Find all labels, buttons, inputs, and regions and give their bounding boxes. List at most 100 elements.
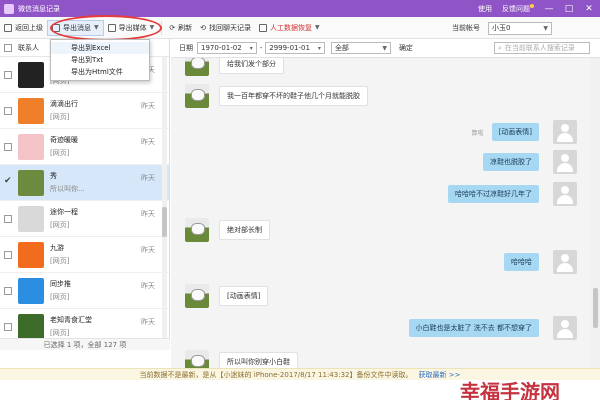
contact-preview: [网页] xyxy=(50,257,70,265)
calendar-icon: ▾ xyxy=(317,44,321,52)
message-bubble[interactable]: [动画表情] xyxy=(219,286,269,306)
divider xyxy=(161,20,163,35)
chat-message: 给我们发个部分 xyxy=(185,58,284,76)
contact-preview: 所以叫你... xyxy=(50,185,85,193)
scroll-thumb[interactable] xyxy=(593,288,598,328)
window-title: 微信消息记录 xyxy=(18,4,60,13)
contact-row[interactable]: 奇迹暖暖 [网页] 昨天 xyxy=(0,129,169,165)
contact-checkbox[interactable] xyxy=(4,106,12,115)
export-menu-item[interactable]: 导出到Txt xyxy=(51,54,149,66)
avatar xyxy=(185,350,209,368)
export-messages-button[interactable]: 导出消息 ▼ xyxy=(47,19,104,36)
contact-preview: [网页] xyxy=(50,113,70,121)
date-to-field[interactable]: 2999-01-01 ▾ xyxy=(265,42,325,54)
avatar xyxy=(553,150,577,174)
contact-name: 老知青食汇堂 xyxy=(50,316,92,324)
contact-checkbox[interactable] xyxy=(4,70,12,79)
avatar xyxy=(18,97,44,124)
refresh-button[interactable]: ⟳ 刷新 xyxy=(165,20,196,36)
contact-preview: [网页] xyxy=(50,329,70,337)
contact-row[interactable]: 滴滴出行 [网页] 昨天 xyxy=(0,93,169,129)
message-bubble[interactable]: [动画表情] xyxy=(491,123,539,141)
help-link[interactable]: 使用 xyxy=(478,4,492,14)
minimize-button[interactable]: — xyxy=(544,4,554,14)
avatar xyxy=(185,84,209,108)
contact-checkbox[interactable] xyxy=(4,322,12,331)
confirm-button[interactable]: 确定 xyxy=(399,43,413,53)
calendar-icon: ▾ xyxy=(249,44,253,52)
avatar xyxy=(18,241,44,268)
contact-row[interactable]: 同步推 [网页] 昨天 xyxy=(0,273,169,309)
contact-scrollbar[interactable] xyxy=(162,57,167,347)
contact-time: 昨天 xyxy=(141,102,155,110)
avatar xyxy=(553,316,577,340)
message-bubble[interactable]: 哈哈哈不过凉鞋好几年了 xyxy=(448,185,539,203)
title-bar: 微信消息记录 使用 反馈问题 — □ ✕ xyxy=(0,0,600,17)
account-select[interactable]: 小玉0 ▼ xyxy=(488,21,552,35)
message-bubble[interactable]: 小白鞋也是太脏了 洗不去 都不想穿了 xyxy=(408,319,539,337)
contact-row[interactable]: 九游 [网页] 昨天 xyxy=(0,237,169,273)
chevron-down-icon: ▼ xyxy=(94,24,99,31)
search-icon: ⌕ xyxy=(498,43,502,52)
chat-scrollbar[interactable] xyxy=(591,58,600,368)
message-bubble[interactable]: 绝对部长制 xyxy=(219,220,270,240)
contact-name: 同步推 xyxy=(50,280,71,288)
avatar xyxy=(185,284,209,308)
contact-checkbox[interactable] xyxy=(4,214,12,223)
contact-checkbox[interactable] xyxy=(4,142,12,151)
contact-name: 九游 xyxy=(50,244,64,252)
contact-name: 奇迹暖暖 xyxy=(50,136,78,144)
contact-time: 昨天 xyxy=(141,138,155,146)
message-bubble[interactable]: 我一百年都穿不坏的鞋子他几个月就能脱胶 xyxy=(219,86,368,106)
message-bubble[interactable]: 哈哈哈 xyxy=(504,253,539,271)
contact-name: 秀 xyxy=(50,172,57,180)
chat-message: 所以叫你别穿小白鞋 xyxy=(185,350,298,368)
chevron-down-icon: ▼ xyxy=(543,24,548,32)
chat-message: 绝对部长制 xyxy=(185,218,270,242)
date-from-field[interactable]: 1970-01-02 ▾ xyxy=(197,42,257,54)
type-select[interactable]: 全部 ▼ xyxy=(330,42,391,54)
contact-checkbox[interactable] xyxy=(4,250,12,259)
maximize-button[interactable]: □ xyxy=(564,4,574,14)
contact-checkbox[interactable] xyxy=(4,286,12,295)
scroll-thumb[interactable] xyxy=(162,207,167,237)
back-icon xyxy=(4,23,12,32)
notification-dot xyxy=(530,3,534,8)
contact-preview: [网页] xyxy=(50,221,70,229)
checkmark-icon[interactable]: ✔ xyxy=(4,176,12,186)
message-search-input[interactable]: ⌕ 在当前联系人搜索记录 xyxy=(494,42,590,54)
select-all-checkbox[interactable] xyxy=(4,43,12,52)
avatar xyxy=(18,61,44,88)
contact-preview: [网页] xyxy=(50,149,70,157)
contact-time: 昨天 xyxy=(141,318,155,326)
recover-icon: ⟲ xyxy=(200,23,206,32)
contact-time: 昨天 xyxy=(141,246,155,254)
avatar xyxy=(185,58,209,76)
avatar xyxy=(18,277,44,304)
contact-row[interactable]: ✔ 秀所以叫你... 昨天 xyxy=(0,165,169,201)
chat-message: 哈哈哈不过凉鞋好几年了 xyxy=(448,182,577,206)
avatar xyxy=(18,205,44,232)
recover-chat-button[interactable]: ⟲ 找回聊天记录 xyxy=(196,20,255,36)
export-menu-item[interactable]: 导出为Html文件 xyxy=(51,66,149,78)
avatar xyxy=(185,218,209,242)
avatar xyxy=(553,250,577,274)
close-button[interactable]: ✕ xyxy=(584,4,594,14)
avatar xyxy=(18,313,44,340)
export-media-button[interactable]: 导出媒体 ▼ xyxy=(104,20,159,36)
chat-message: [动画表情] xyxy=(185,284,269,308)
feedback-link[interactable]: 反馈问题 xyxy=(502,3,534,14)
filter-bar: 日期 1970-01-02 ▾ - 2999-01-01 ▾ 全部 ▼ 确定 ⌕… xyxy=(171,39,600,58)
contact-row[interactable]: 途你一程 [网页] 昨天 xyxy=(0,201,169,237)
watermark: 幸福手游网 xyxy=(460,380,560,400)
contact-preview: [网页] xyxy=(50,293,70,301)
get-latest-link[interactable]: 获取最新 >> xyxy=(418,370,460,380)
chevron-down-icon: ▼ xyxy=(315,24,320,31)
export-menu-item[interactable]: 导出到Excel xyxy=(51,42,149,54)
back-button[interactable]: 返回上级 xyxy=(0,20,47,36)
manual-recovery-button[interactable]: 人工数据恢复 ▼ xyxy=(255,20,324,36)
message-bubble[interactable]: 所以叫你别穿小白鞋 xyxy=(219,352,298,368)
chat-message: 小白鞋也是太脏了 洗不去 都不想穿了 xyxy=(408,316,577,340)
message-bubble[interactable]: 给我们发个部分 xyxy=(219,58,284,74)
message-bubble[interactable]: 凉鞋也脱胶了 xyxy=(483,153,539,171)
